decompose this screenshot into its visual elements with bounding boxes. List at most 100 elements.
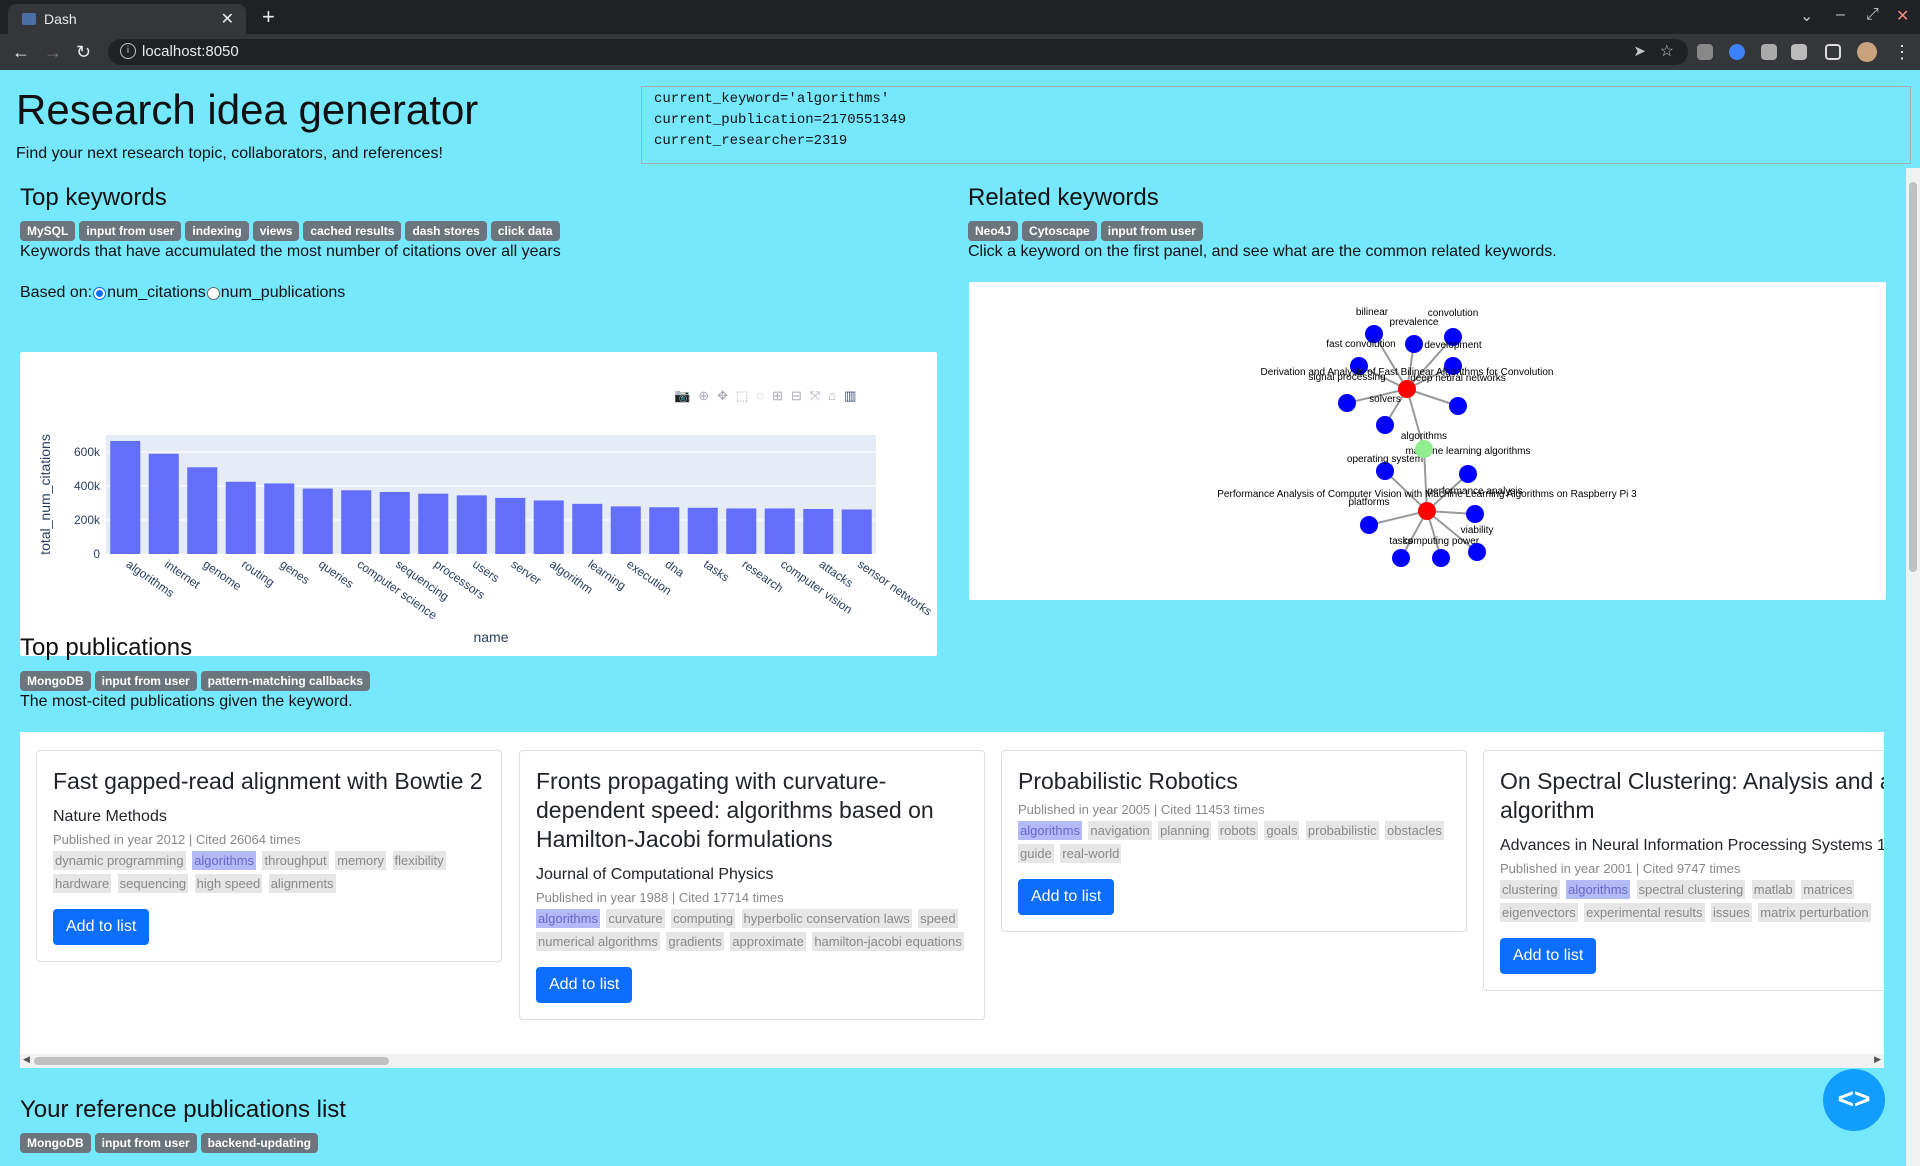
publication-title: Probabilistic Robotics <box>1018 768 1238 794</box>
bar[interactable] <box>341 490 372 554</box>
browser-tab[interactable]: Dash ✕ <box>8 4 246 34</box>
keyword-tag: guide <box>1018 844 1054 863</box>
x-tick-label: server <box>509 557 544 588</box>
bar[interactable] <box>572 503 603 554</box>
keyword-node[interactable] <box>1449 397 1467 415</box>
media-control-icon[interactable] <box>1791 44 1807 60</box>
keyword-tag: hyperbolic conservation laws <box>741 909 912 928</box>
keyword-tag: real-world <box>1060 844 1122 863</box>
bar[interactable] <box>841 509 872 554</box>
publication-tags: clustering algorithms spectral clusterin… <box>1500 878 1884 924</box>
new-tab-icon[interactable]: + <box>262 4 275 30</box>
top-publications-badges: MongoDB input from user pattern-matching… <box>20 671 371 691</box>
publication-node[interactable] <box>1398 380 1416 398</box>
badge: click data <box>490 221 560 241</box>
bar[interactable] <box>148 453 179 554</box>
tab-title: Dash <box>44 11 77 27</box>
radio-num-citations[interactable] <box>93 286 107 300</box>
bar[interactable] <box>379 491 410 554</box>
bar[interactable] <box>302 488 333 554</box>
based-on-label: Based on: <box>20 284 93 301</box>
close-tab-icon[interactable]: ✕ <box>221 9 234 29</box>
profile-avatar[interactable] <box>1857 42 1877 62</box>
bar[interactable] <box>264 483 295 554</box>
based-on-radio-group: Based on: num_citations num_publications <box>20 284 345 302</box>
scroll-right-icon[interactable]: ▶ <box>1874 1054 1881 1065</box>
x-tick-label: routing <box>239 557 277 590</box>
bar[interactable] <box>687 507 718 554</box>
bar[interactable] <box>495 497 526 554</box>
keyword-tag: throughput <box>262 851 329 870</box>
keyword-node[interactable] <box>1459 465 1477 483</box>
bookmark-star-icon[interactable]: ☆ <box>1660 41 1674 61</box>
badge: input from user <box>94 1133 197 1153</box>
reload-icon[interactable]: ↻ <box>76 42 91 63</box>
keyword-node[interactable] <box>1338 394 1356 412</box>
radio-num-publications-label[interactable]: num_publications <box>221 284 346 302</box>
publications-scroller[interactable]: Fast gapped-read alignment with Bowtie 2… <box>20 732 1884 1068</box>
center-keyword-node[interactable] <box>1415 440 1433 458</box>
vertical-scroll-thumb[interactable] <box>1909 182 1917 572</box>
keyword-node-label: bilinear <box>1356 307 1389 318</box>
horizontal-scroll-thumb[interactable] <box>34 1057 389 1065</box>
keyword-node[interactable] <box>1376 416 1394 434</box>
publication-meta: Published in year 2012 | Cited 26064 tim… <box>53 832 301 847</box>
keyword-node[interactable] <box>1466 505 1484 523</box>
publication-card: Fronts propagating with curvature-depend… <box>519 750 985 1020</box>
page-vertical-scrollbar[interactable] <box>1906 168 1920 1166</box>
keyword-node[interactable] <box>1360 516 1378 534</box>
publication-tags: dynamic programming algorithms throughpu… <box>53 849 485 895</box>
bar[interactable] <box>456 495 487 554</box>
bar[interactable] <box>764 508 795 554</box>
radio-num-citations-label[interactable]: num_citations <box>107 284 206 302</box>
forward-icon[interactable]: → <box>44 42 62 63</box>
restore-icon[interactable]: ⤢ <box>1866 6 1879 24</box>
keyword-node[interactable] <box>1392 549 1410 567</box>
bar[interactable] <box>610 506 641 554</box>
close-window-icon[interactable]: ✕ <box>1896 6 1909 26</box>
horizontal-scrollbar[interactable]: ◀ ▶ <box>20 1054 1884 1068</box>
publication-node[interactable] <box>1418 502 1436 520</box>
x-tick-label: genome <box>201 557 245 594</box>
tab-search-icon[interactable]: ⌄ <box>1800 6 1813 26</box>
keyword-node-label: development <box>1424 340 1481 351</box>
extension-2-icon[interactable] <box>1729 44 1745 60</box>
keyword-tag: dynamic programming <box>53 851 186 870</box>
bar[interactable] <box>726 508 757 554</box>
add-to-list-button[interactable]: Add to list <box>536 967 633 1003</box>
keyword-node[interactable] <box>1432 549 1450 567</box>
back-icon[interactable]: ← <box>12 42 30 63</box>
scroll-left-icon[interactable]: ◀ <box>23 1054 30 1065</box>
dash-devtools-button[interactable]: <> <box>1823 1069 1885 1131</box>
extensions-puzzle-icon[interactable] <box>1761 44 1777 60</box>
bar[interactable] <box>649 507 680 554</box>
bar[interactable] <box>803 508 834 554</box>
url-text[interactable]: localhost:8050 <box>142 43 239 60</box>
side-panel-icon[interactable] <box>1825 44 1841 60</box>
x-tick-label: queries <box>316 557 356 591</box>
keyword-node[interactable] <box>1405 335 1423 353</box>
dash-page: Research idea generator Find your next r… <box>0 70 1920 1166</box>
send-icon[interactable]: ➤ <box>1633 42 1646 60</box>
minimize-icon[interactable]: – <box>1836 6 1845 24</box>
add-to-list-button[interactable]: Add to list <box>53 909 150 945</box>
site-info-icon[interactable]: i <box>120 43 136 59</box>
bar[interactable] <box>418 493 449 554</box>
publication-card: On Spectral Clustering: Analysis and an … <box>1483 750 1884 991</box>
keyword-tag: planning <box>1158 821 1212 840</box>
state-publication: current_publication=2170551349 <box>654 112 907 128</box>
omnibox[interactable]: i localhost:8050 ➤ ☆ <box>108 39 1688 65</box>
bar-chart[interactable]: 0200k400k600kalgorithmsinternetgenomerou… <box>20 352 937 656</box>
publication-node-label: Derivation and Analysis of Fast Bilinear… <box>1261 367 1554 378</box>
bar[interactable] <box>225 481 256 554</box>
add-to-list-button[interactable]: Add to list <box>1500 938 1597 974</box>
bar[interactable] <box>533 500 564 554</box>
chrome-menu-icon[interactable]: ⋮ <box>1893 42 1911 63</box>
publication-meta: Published in year 2001 | Cited 9747 time… <box>1500 861 1741 876</box>
bar[interactable] <box>110 440 141 554</box>
add-to-list-button[interactable]: Add to list <box>1018 879 1115 915</box>
keyword-network-graph[interactable]: bilinearprevalenceconvolutionfast convol… <box>969 282 1886 600</box>
bar[interactable] <box>187 467 218 554</box>
extension-1-icon[interactable] <box>1697 44 1713 60</box>
radio-num-publications[interactable] <box>206 286 220 300</box>
